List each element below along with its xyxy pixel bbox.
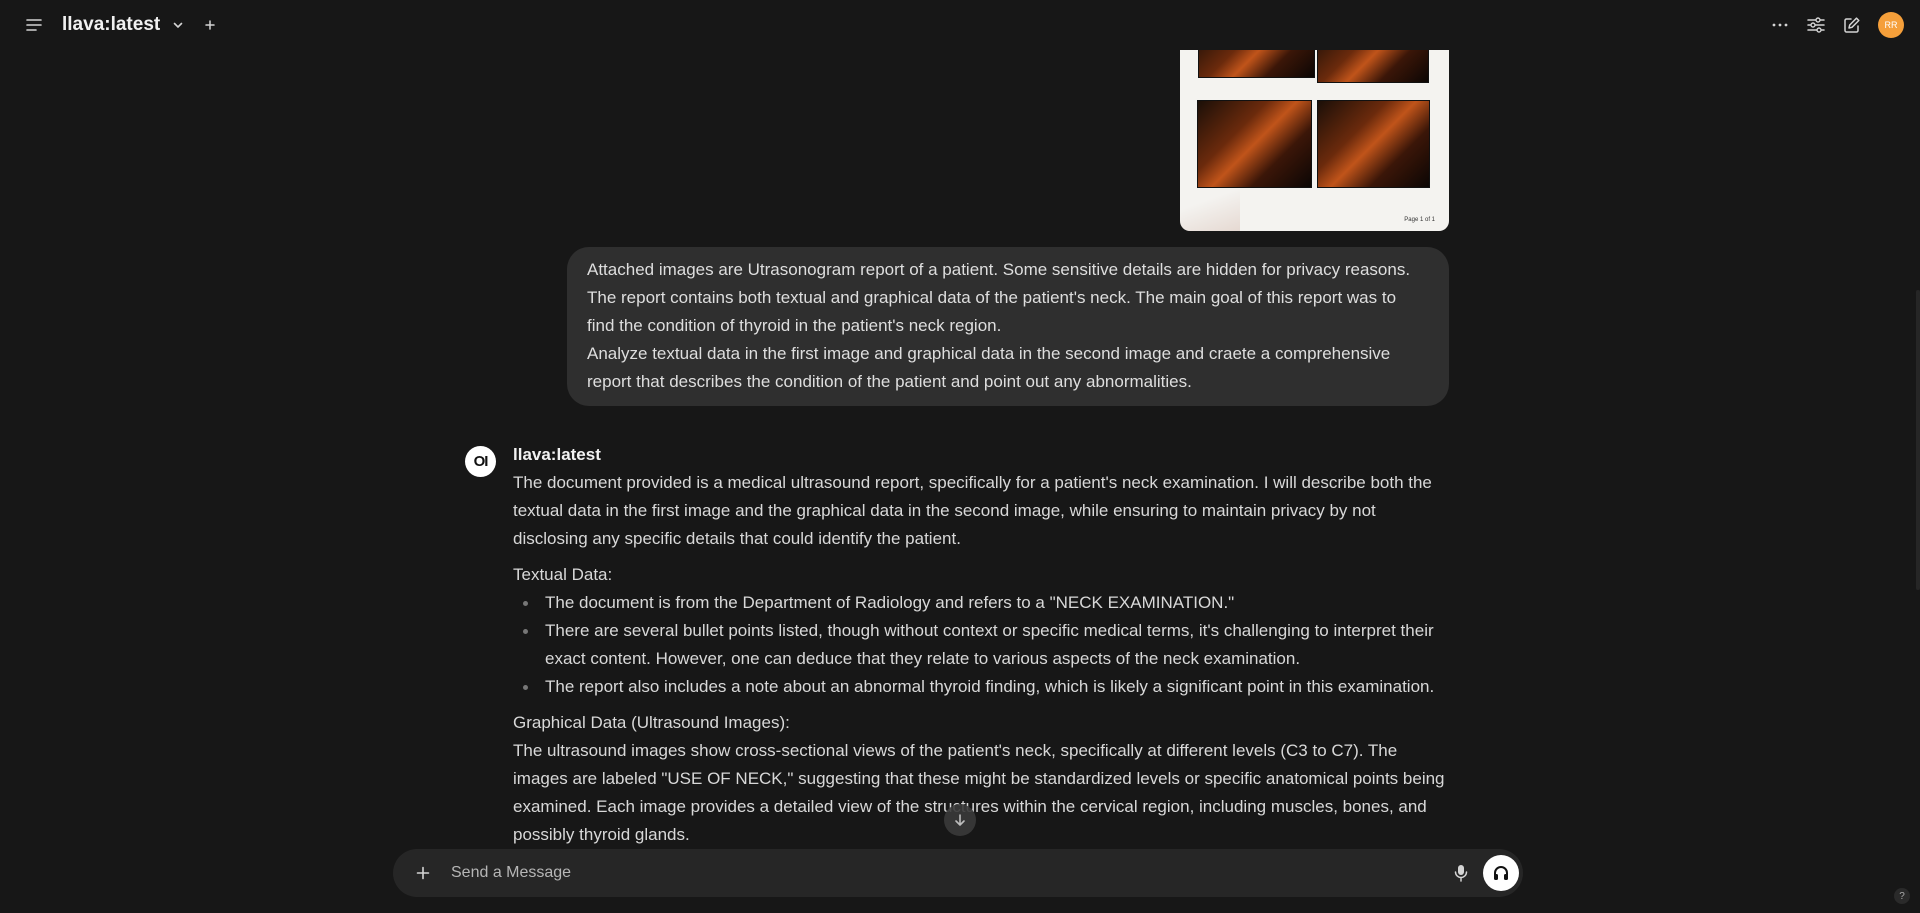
plus-icon[interactable] (196, 11, 224, 39)
chat-area: Page 1 of 1 Attached images are Utrasono… (0, 0, 1920, 913)
assistant-message-body: llava:latest The document provided is a … (513, 445, 1449, 849)
list-item: The report also includes a note about an… (513, 673, 1449, 701)
headphones-icon (1494, 866, 1508, 880)
sliders-icon[interactable] (1802, 11, 1830, 39)
textual-data-list: The document is from the Department of R… (513, 589, 1449, 701)
user-message-bubble: Attached images are Utrasonogram report … (567, 247, 1449, 406)
graphical-data-text: The ultrasound images show cross-section… (513, 741, 1445, 844)
user-message-line: The report contains both textual and gra… (587, 288, 1397, 307)
model-selector[interactable]: llava:latest (62, 14, 160, 36)
textual-data-heading: Textual Data: (513, 565, 613, 584)
mic-icon[interactable] (1445, 857, 1477, 889)
page-fold (1180, 181, 1240, 231)
message-input[interactable] (451, 864, 1445, 882)
attached-image-thumbnail[interactable]: Page 1 of 1 (1180, 20, 1449, 231)
menu-icon[interactable] (20, 11, 48, 39)
top-right-controls: RR (1766, 11, 1904, 39)
graphical-data-heading: Graphical Data (Ultrasound Images): (513, 713, 790, 732)
scroll-to-bottom-button[interactable] (944, 804, 976, 836)
ultrasound-scan-4 (1317, 100, 1430, 188)
list-item: There are several bullet points listed, … (513, 617, 1449, 673)
add-attachment-button[interactable] (409, 860, 437, 886)
top-bar: llava:latest RR (0, 0, 1920, 50)
edit-icon[interactable] (1838, 11, 1866, 39)
page-label: Page 1 of 1 (1404, 217, 1435, 223)
arrow-down-icon (955, 814, 965, 826)
assistant-avatar: OI (465, 446, 496, 477)
plus-icon (416, 866, 430, 880)
help-button[interactable]: ? (1894, 888, 1910, 904)
assistant-name: llava:latest (513, 445, 601, 464)
user-avatar[interactable]: RR (1878, 12, 1904, 38)
chevron-down-icon[interactable] (164, 11, 192, 39)
ultrasound-scan-3 (1197, 100, 1312, 188)
list-item: The document is from the Department of R… (513, 589, 1449, 617)
user-message-line: report that describes the condition of t… (587, 372, 1192, 391)
user-message-line: find the condition of thyroid in the pat… (587, 316, 1002, 335)
scrollbar[interactable] (1916, 290, 1920, 590)
more-icon[interactable] (1766, 11, 1794, 39)
voice-mode-button[interactable] (1483, 855, 1519, 891)
user-message-line: Attached images are Utrasonogram report … (587, 260, 1411, 279)
assistant-intro: The document provided is a medical ultra… (513, 473, 1432, 548)
user-message-line: Analyze textual data in the first image … (587, 344, 1391, 363)
message-composer (393, 849, 1523, 897)
